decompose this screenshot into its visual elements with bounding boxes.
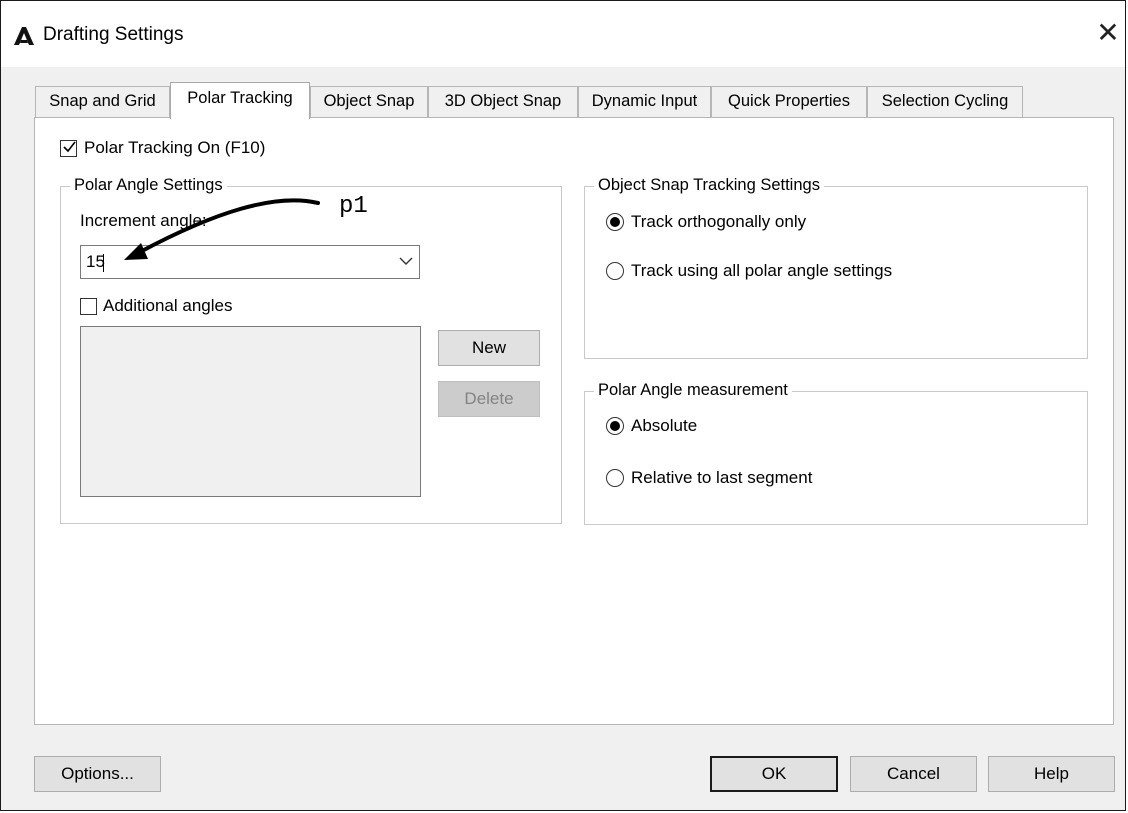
- polar-angle-measurement-legend: Polar Angle measurement: [594, 381, 792, 400]
- delete-button[interactable]: Delete: [438, 381, 540, 417]
- cancel-button[interactable]: Cancel: [850, 756, 977, 792]
- relative-last-segment-label: Relative to last segment: [631, 468, 813, 487]
- absolute-radio[interactable]: [606, 417, 624, 435]
- annotation-label: p1: [339, 193, 368, 220]
- additional-angles-label: Additional angles: [103, 296, 233, 315]
- close-button[interactable]: ✕: [1091, 15, 1125, 51]
- tab-selection-cycling[interactable]: Selection Cycling: [867, 86, 1023, 117]
- polar-tracking-on-checkbox[interactable]: [60, 140, 77, 157]
- options-button[interactable]: Options...: [34, 756, 161, 792]
- track-all-polar-radio[interactable]: [606, 262, 624, 280]
- chevron-down-icon[interactable]: [399, 256, 413, 266]
- track-orthogonally-label: Track orthogonally only: [631, 212, 807, 231]
- increment-angle-combobox[interactable]: 15: [80, 245, 420, 279]
- polar-angle-measurement-group: Polar Angle measurement: [584, 381, 1088, 525]
- increment-angle-label: Increment angle:: [80, 211, 207, 230]
- ok-button[interactable]: OK: [710, 756, 838, 792]
- track-all-polar-label: Track using all polar angle settings: [631, 261, 893, 280]
- track-orthogonally-radio[interactable]: [606, 213, 624, 231]
- tab-snap-and-grid[interactable]: Snap and Grid: [35, 86, 170, 117]
- tab-quick-properties[interactable]: Quick Properties: [711, 86, 867, 117]
- object-snap-tracking-legend: Object Snap Tracking Settings: [594, 176, 824, 195]
- new-button[interactable]: New: [438, 330, 540, 366]
- relative-last-segment-radio[interactable]: [606, 469, 624, 487]
- absolute-label: Absolute: [631, 416, 698, 435]
- drafting-settings-dialog: Drafting Settings ✕ Snap and Grid Polar …: [0, 0, 1126, 811]
- polar-tracking-on-label: Polar Tracking On (F10): [84, 138, 266, 157]
- title-bar: Drafting Settings ✕: [1, 1, 1125, 67]
- tab-object-snap[interactable]: Object Snap: [310, 86, 428, 117]
- text-caret: [103, 254, 104, 272]
- help-button[interactable]: Help: [988, 756, 1115, 792]
- window-title: Drafting Settings: [43, 24, 184, 45]
- tab-polar-tracking[interactable]: Polar Tracking: [170, 82, 310, 119]
- autocad-a-icon: [14, 27, 34, 45]
- tab-dynamic-input[interactable]: Dynamic Input: [578, 86, 711, 117]
- tab-3d-object-snap[interactable]: 3D Object Snap: [428, 86, 578, 117]
- additional-angles-checkbox[interactable]: [80, 298, 97, 315]
- polar-angle-settings-legend: Polar Angle Settings: [70, 176, 227, 195]
- additional-angles-list[interactable]: [80, 326, 421, 497]
- checkmark-icon: [63, 141, 76, 153]
